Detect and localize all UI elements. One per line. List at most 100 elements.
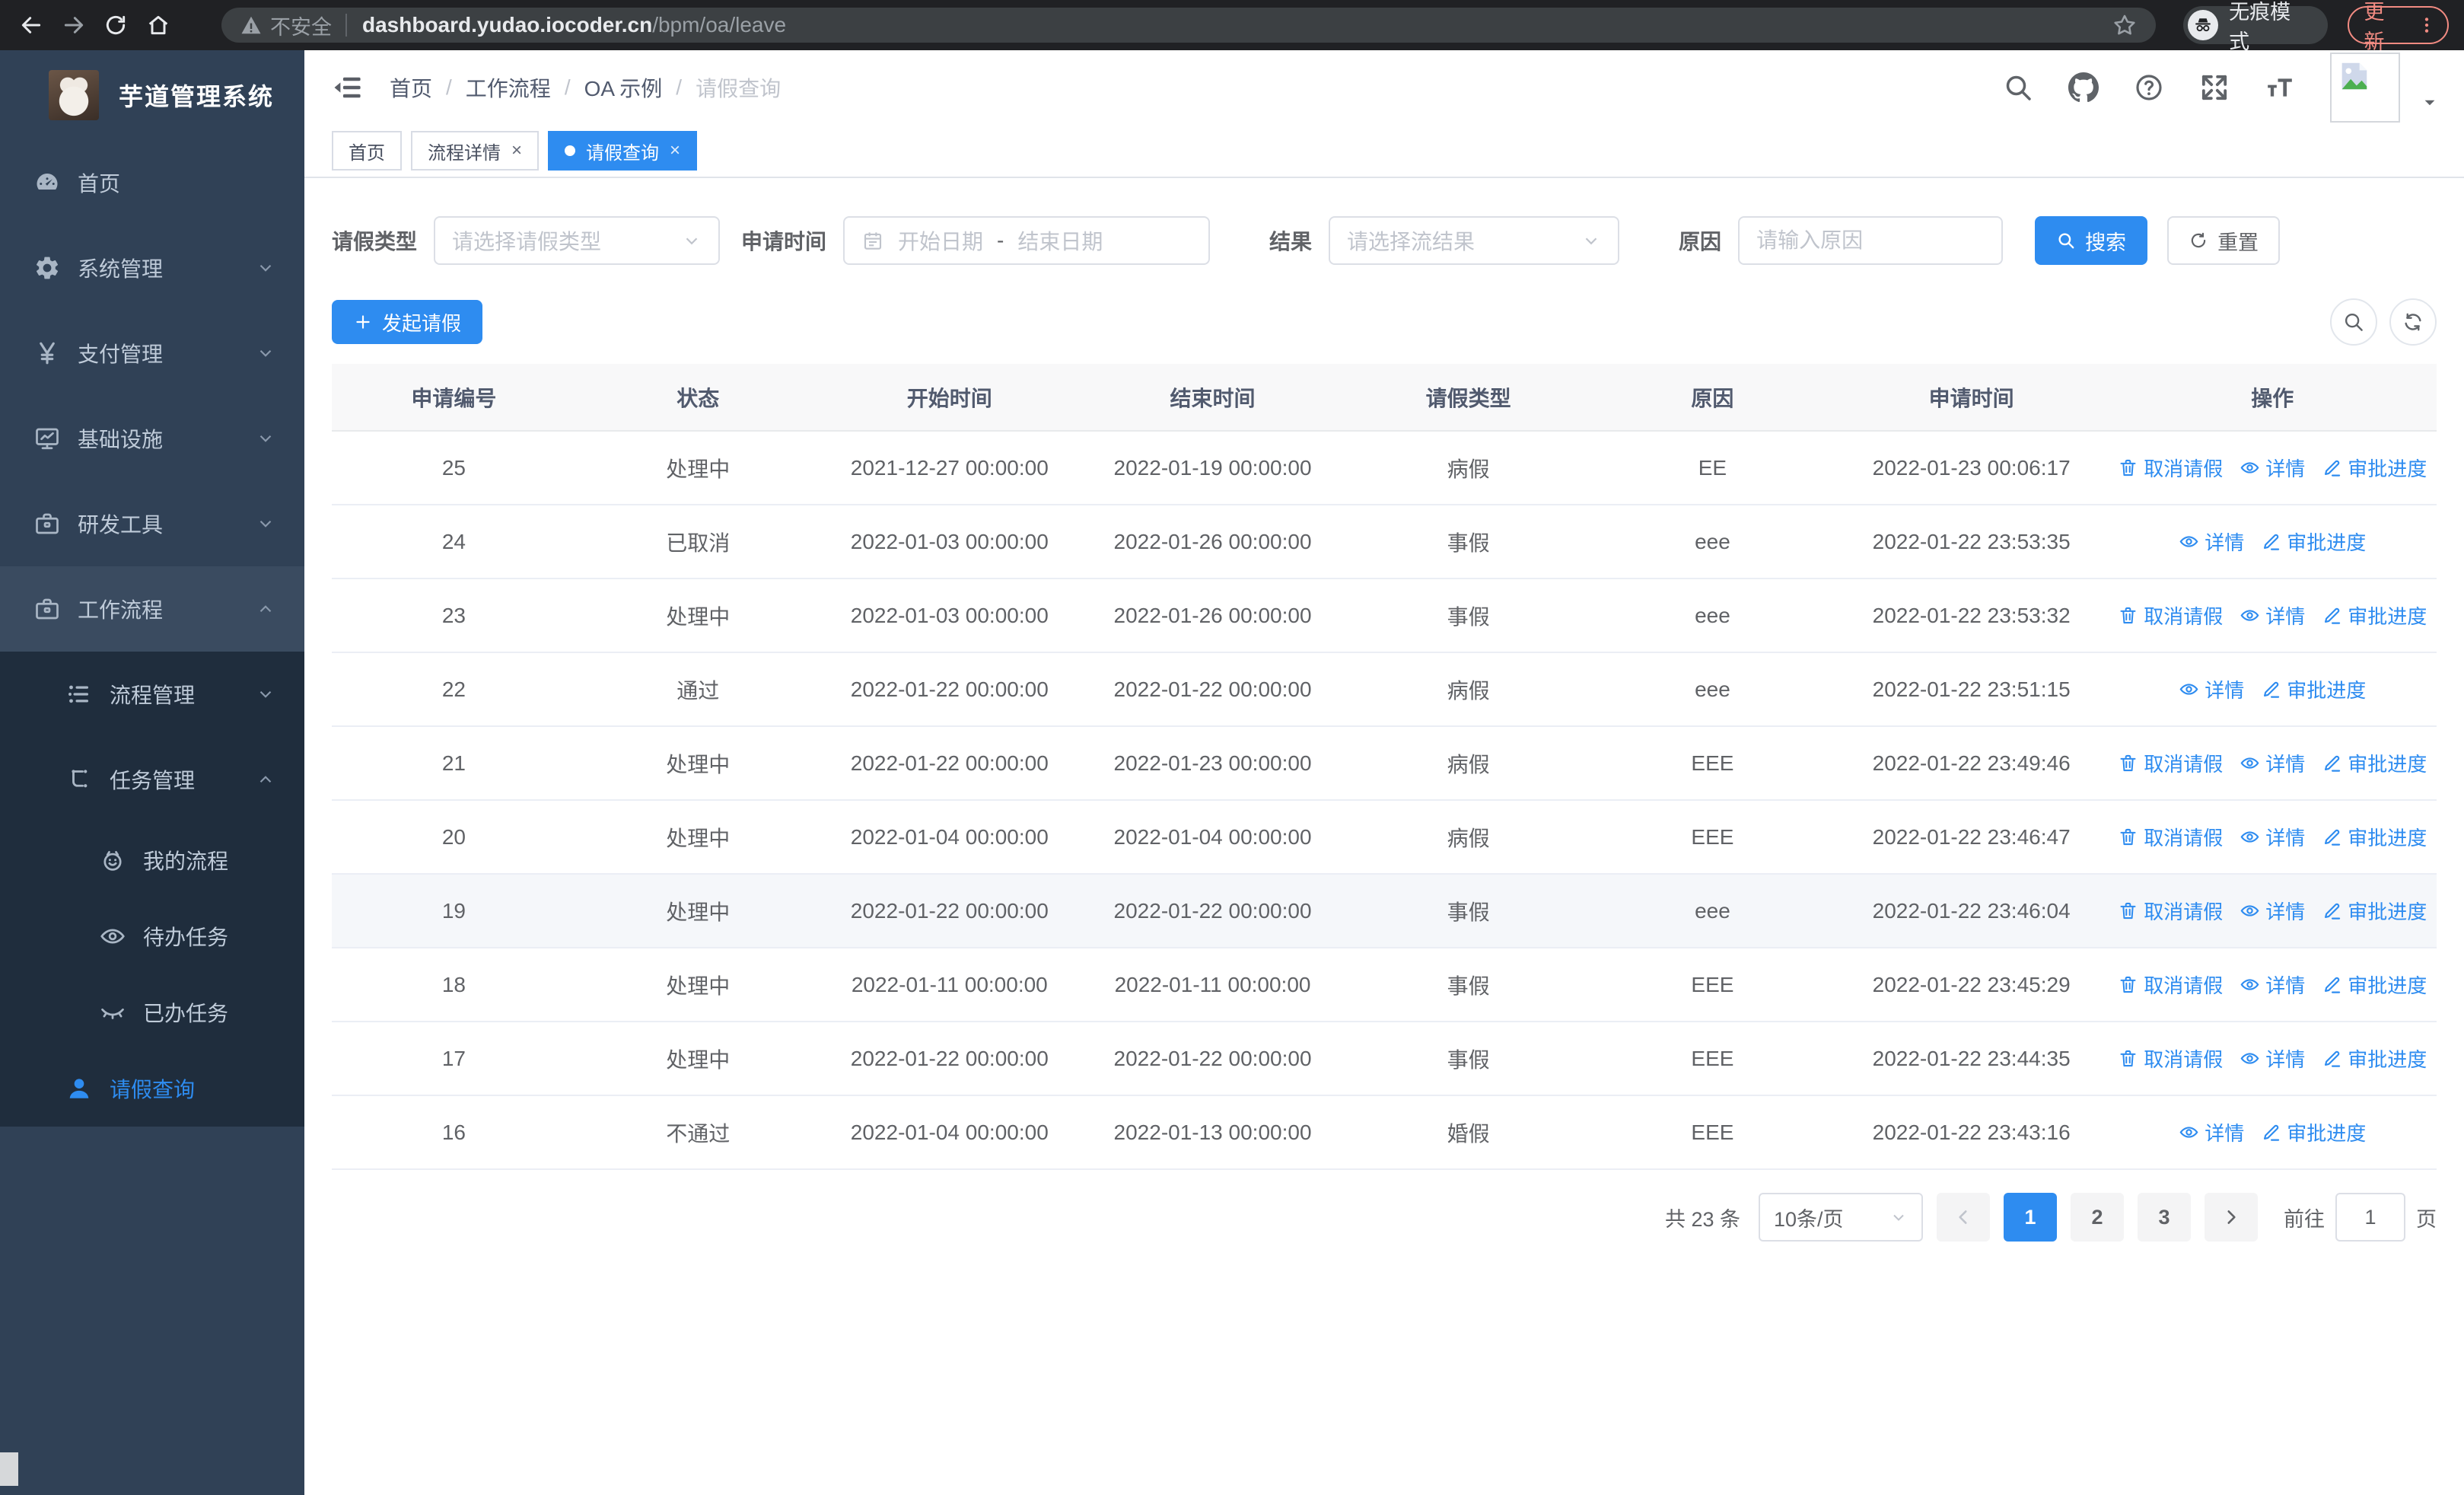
cancel-leave-link[interactable]: 取消请假 xyxy=(2118,897,2223,925)
table-row: 21 处理中 2022-01-22 00:00:00 2022-01-23 00:00… xyxy=(332,726,2437,801)
progress-link[interactable]: 审批进度 xyxy=(2261,1118,2366,1146)
user-avatar[interactable] xyxy=(2330,53,2400,123)
fullscreen-icon[interactable] xyxy=(2199,72,2230,103)
detail-link[interactable]: 详情 xyxy=(2179,675,2244,703)
show-search-button[interactable] xyxy=(2330,298,2377,346)
cancel-leave-link[interactable]: 取消请假 xyxy=(2118,454,2223,482)
tab-close-icon[interactable]: × xyxy=(511,142,522,160)
progress-link[interactable]: 审批进度 xyxy=(2261,675,2366,703)
reason-input[interactable] xyxy=(1738,216,2004,265)
sidebar-item-todo-tasks[interactable]: 待办任务 xyxy=(0,898,304,974)
progress-link[interactable]: 审批进度 xyxy=(2261,528,2366,556)
sidebar-item-process-mgmt[interactable]: 流程管理 xyxy=(0,652,304,737)
help-icon[interactable] xyxy=(2134,72,2164,103)
app-logo[interactable]: 芋道管理系统 xyxy=(0,50,304,140)
detail-link[interactable]: 详情 xyxy=(2179,1118,2244,1146)
sidebar-item-done-tasks[interactable]: 已办任务 xyxy=(0,974,304,1050)
eye-view-icon xyxy=(2240,827,2260,847)
address-bar[interactable]: 不安全 dashboard.yudao.iocoder.cn /bpm/oa/l… xyxy=(221,8,2157,43)
cell-actions: 取消请假 详情 审批进度 xyxy=(2108,431,2437,505)
cancel-leave-link[interactable]: 取消请假 xyxy=(2118,601,2223,630)
detail-link[interactable]: 详情 xyxy=(2179,528,2244,556)
cancel-leave-link[interactable]: 取消请假 xyxy=(2118,1044,2223,1073)
bookmark-star-icon[interactable] xyxy=(2112,12,2138,38)
detail-link[interactable]: 详情 xyxy=(2240,971,2305,999)
page-size-select[interactable]: 10条/页 xyxy=(1759,1193,1923,1242)
sidebar-item-payment[interactable]: 支付管理 xyxy=(0,311,304,396)
cancel-leave-link[interactable]: 取消请假 xyxy=(2118,823,2223,851)
browser-update-button[interactable]: 更新 xyxy=(2347,1,2449,53)
sidebar-item-devtools[interactable]: 研发工具 xyxy=(0,481,304,566)
progress-link[interactable]: 审批进度 xyxy=(2322,897,2427,925)
browser-home-button[interactable] xyxy=(141,8,176,43)
sidebar-collapse-icon[interactable] xyxy=(332,72,364,104)
cell-reason: EEE xyxy=(1590,1095,1835,1170)
progress-link[interactable]: 审批进度 xyxy=(2322,749,2427,777)
page-button-2[interactable]: 2 xyxy=(2071,1193,2124,1242)
detail-link[interactable]: 详情 xyxy=(2240,454,2305,482)
cell-status: 通过 xyxy=(575,652,820,727)
search-button[interactable]: 搜索 xyxy=(2035,216,2148,265)
leave-type-select[interactable]: 请选择请假类型 xyxy=(434,216,721,265)
breadcrumb-item[interactable]: 首页 xyxy=(390,72,432,103)
tab-home[interactable]: 首页 xyxy=(332,131,402,171)
eye-view-icon xyxy=(2179,531,2199,552)
cancel-leave-link[interactable]: 取消请假 xyxy=(2118,971,2223,999)
browser-menu-dots-icon[interactable] xyxy=(2417,15,2437,35)
sidebar-item-system[interactable]: 系统管理 xyxy=(0,225,304,311)
sidebar-item-leave-query[interactable]: 请假查询 xyxy=(0,1050,304,1127)
browser-forward-button[interactable] xyxy=(56,8,91,43)
goto-page-input[interactable] xyxy=(2335,1193,2405,1242)
tab-process-detail[interactable]: 流程详情 × xyxy=(411,131,540,171)
sidebar-item-label: 系统管理 xyxy=(78,257,164,281)
breadcrumb-item[interactable]: OA 示例 xyxy=(584,72,663,103)
breadcrumb: 首页 / 工作流程 / OA 示例 / 请假查询 xyxy=(390,72,781,103)
sidebar-item-my-process[interactable]: 我的流程 xyxy=(0,822,304,898)
progress-link[interactable]: 审批进度 xyxy=(2322,971,2427,999)
browser-back-button[interactable] xyxy=(14,8,49,43)
eye-view-icon xyxy=(2240,1048,2260,1069)
prev-page-button[interactable] xyxy=(1937,1193,1990,1242)
browser-reload-button[interactable] xyxy=(99,8,134,43)
list-icon xyxy=(65,681,93,708)
tab-leave-query[interactable]: 请假查询 × xyxy=(548,131,698,171)
page-button-3[interactable]: 3 xyxy=(2138,1193,2191,1242)
reason-label: 原因 xyxy=(1679,230,1722,253)
progress-link[interactable]: 审批进度 xyxy=(2322,601,2427,630)
cancel-leave-link[interactable]: 取消请假 xyxy=(2118,749,2223,777)
cell-apply-time: 2022-01-22 23:46:47 xyxy=(1834,800,2109,875)
cell-leave-type: 事假 xyxy=(1346,1022,1591,1096)
next-page-button[interactable] xyxy=(2205,1193,2258,1242)
sidebar-item-home[interactable]: 首页 xyxy=(0,140,304,225)
github-icon[interactable] xyxy=(2068,72,2099,103)
sidebar-item-infra[interactable]: 基础设施 xyxy=(0,396,304,481)
result-select[interactable]: 请选择流结果 xyxy=(1329,216,1620,265)
create-leave-button[interactable]: 发起请假 xyxy=(332,300,483,344)
detail-link[interactable]: 详情 xyxy=(2240,749,2305,777)
search-icon[interactable] xyxy=(2003,72,2033,103)
progress-link[interactable]: 审批进度 xyxy=(2322,1044,2427,1073)
avatar-caret-icon[interactable] xyxy=(2421,94,2438,111)
detail-link[interactable]: 详情 xyxy=(2240,601,2305,630)
apply-time-range-picker[interactable]: 开始日期 - 结束日期 xyxy=(843,216,1211,265)
detail-link[interactable]: 详情 xyxy=(2240,1044,2305,1073)
app-title: 芋道管理系统 xyxy=(119,83,275,110)
not-secure-label[interactable]: 不安全 xyxy=(270,11,332,40)
cell-request-id: 16 xyxy=(332,1095,576,1170)
cell-request-id: 20 xyxy=(332,800,576,875)
progress-link[interactable]: 审批进度 xyxy=(2322,454,2427,482)
sidebar-item-workflow[interactable]: 工作流程 xyxy=(0,566,304,652)
tab-close-icon[interactable]: × xyxy=(670,142,680,160)
sidebar-item-task-mgmt[interactable]: 任务管理 xyxy=(0,737,304,822)
refresh-table-button[interactable] xyxy=(2389,298,2437,346)
cell-actions: 取消请假 详情 审批进度 xyxy=(2108,874,2437,948)
breadcrumb-item[interactable]: 工作流程 xyxy=(466,72,551,103)
font-size-icon[interactable] xyxy=(2265,72,2295,103)
cell-actions: 详情 审批进度 xyxy=(2108,1095,2437,1170)
sidebar-menu: 首页系统管理支付管理 基础设施 研发工具 工作流程 流程管理 任务管理 我的流程 待办任务 已办… xyxy=(0,140,304,1127)
reset-button[interactable]: 重置 xyxy=(2167,216,2281,265)
page-button-1[interactable]: 1 xyxy=(2004,1193,2057,1242)
progress-link[interactable]: 审批进度 xyxy=(2322,823,2427,851)
detail-link[interactable]: 详情 xyxy=(2240,897,2305,925)
detail-link[interactable]: 详情 xyxy=(2240,823,2305,851)
